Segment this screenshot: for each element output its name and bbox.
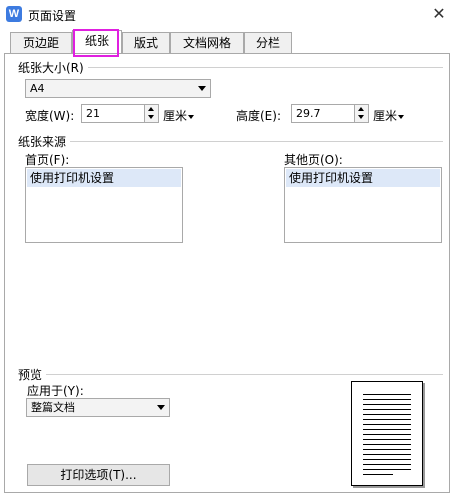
paper-source-divider: [18, 141, 443, 142]
window-title: 页面设置: [28, 9, 77, 23]
preview-text-line: [363, 459, 411, 460]
preview-text-line: [363, 434, 411, 435]
tab-columns[interactable]: 分栏: [244, 32, 292, 53]
wps-writer-icon: W: [6, 6, 22, 22]
preview-text-line: [363, 474, 393, 475]
tab-document-grid[interactable]: 文档网格: [170, 32, 244, 53]
height-spinner[interactable]: [354, 105, 368, 122]
tab-margins[interactable]: 页边距: [10, 32, 72, 53]
preview-text-line: [363, 454, 411, 455]
width-unit-dropdown[interactable]: 厘米: [163, 107, 195, 124]
apply-to-select[interactable]: 整篇文档: [26, 398, 170, 417]
paper-size-value: A4: [30, 82, 45, 95]
height-label: 高度(E):: [236, 109, 281, 123]
apply-to-label: 应用于(Y):: [27, 384, 84, 398]
paper-size-group-label: 纸张大小(R): [18, 59, 88, 76]
print-options-button[interactable]: 打印选项(T)...: [27, 464, 170, 486]
preview-text-line: [363, 469, 411, 470]
spin-up-icon[interactable]: [358, 107, 364, 111]
preview-group-label: 预览: [18, 366, 47, 383]
preview-text-line: [363, 464, 411, 465]
list-item[interactable]: 使用打印机设置: [286, 169, 440, 187]
chevron-down-icon: [198, 86, 206, 91]
spin-up-icon[interactable]: [148, 107, 154, 111]
caret-down-icon: [398, 114, 405, 119]
height-input[interactable]: 29.7: [291, 104, 369, 123]
page-preview: [351, 381, 423, 486]
preview-text-line: [363, 399, 411, 400]
other-pages-label: 其他页(O):: [284, 153, 343, 167]
preview-text-line: [363, 419, 411, 420]
paper-size-select[interactable]: A4: [25, 79, 211, 98]
width-label: 宽度(W):: [25, 109, 75, 123]
caret-down-icon: [188, 114, 195, 119]
preview-text-line: [363, 439, 411, 440]
title-bar: W 页面设置 ✕: [0, 0, 456, 30]
list-item[interactable]: 使用打印机设置: [27, 169, 181, 187]
spin-down-icon[interactable]: [148, 115, 154, 119]
preview-text-line: [363, 424, 411, 425]
preview-text-line: [363, 409, 411, 410]
apply-to-value: 整篇文档: [31, 401, 75, 414]
tab-layout[interactable]: 版式: [122, 32, 170, 53]
first-page-listbox[interactable]: 使用打印机设置: [25, 167, 183, 243]
close-icon[interactable]: ✕: [422, 0, 456, 30]
preview-text-line: [363, 444, 411, 445]
paper-source-group-label: 纸张来源: [18, 133, 71, 150]
preview-divider: [18, 374, 443, 375]
width-spinner[interactable]: [144, 105, 158, 122]
preview-text-line: [363, 429, 411, 430]
preview-text-line: [363, 449, 411, 450]
height-unit-dropdown[interactable]: 厘米: [373, 107, 405, 124]
width-value: 21: [86, 107, 100, 120]
preview-text-line: [363, 414, 411, 415]
other-pages-listbox[interactable]: 使用打印机设置: [284, 167, 442, 243]
tab-highlight-annotation: [73, 29, 119, 57]
chevron-down-icon[interactable]: [157, 405, 165, 410]
preview-text-line: [363, 404, 411, 405]
first-page-label: 首页(F):: [25, 153, 70, 167]
width-unit: 厘米: [163, 109, 188, 123]
width-input[interactable]: 21: [81, 104, 159, 123]
spin-down-icon[interactable]: [358, 115, 364, 119]
height-value: 29.7: [296, 107, 321, 120]
preview-text-line: [363, 394, 411, 395]
height-unit: 厘米: [373, 109, 398, 123]
